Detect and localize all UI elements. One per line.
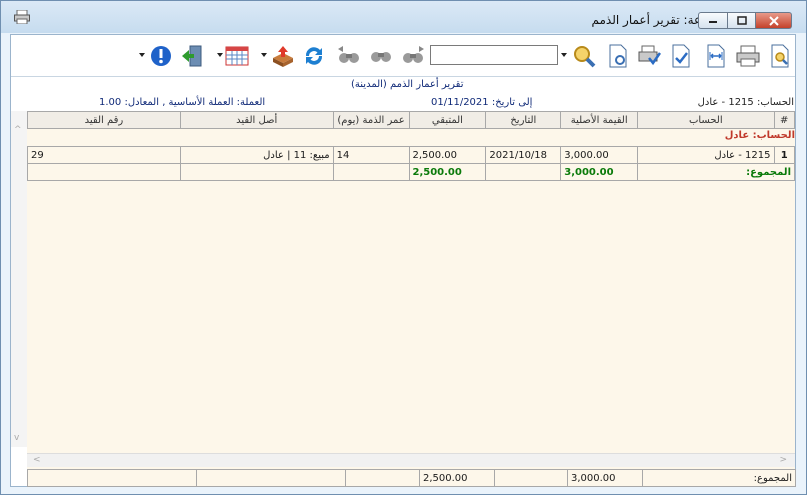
info-button[interactable]	[148, 43, 174, 69]
close-icon	[768, 15, 779, 26]
export-dropdown-arrow[interactable]	[261, 53, 267, 57]
footer-original: 3,000.00	[567, 469, 643, 487]
footer-remaining: 2,500.00	[419, 469, 495, 487]
info-icon	[151, 46, 171, 66]
print-setup-icon	[638, 45, 661, 66]
header-row: # الحساب القيمة الأصلية التاريخ المتبقي …	[27, 111, 795, 129]
footer-label: المجموع:	[642, 469, 796, 487]
window-controls	[698, 12, 794, 29]
col-header-age[interactable]: عمر الذمة (يوم)	[332, 111, 410, 129]
currency-label: العملة: العملة الأساسية , المعادل: 1.00	[99, 97, 266, 108]
exit-icon	[182, 45, 202, 67]
footer-empty-4	[27, 469, 197, 487]
zoom-button[interactable]	[571, 43, 597, 69]
report-window: طباعة: تقرير أعمار الذمم تقرير أعمار الذ…	[0, 0, 807, 495]
table-row[interactable]: 1 1215 - عادل 3,000.00 2021/10/18 2,500.…	[27, 146, 795, 164]
report-grid: # الحساب القيمة الأصلية التاريخ المتبقي …	[27, 111, 795, 487]
report-check-button[interactable]	[668, 43, 694, 69]
binoculars-icon	[371, 52, 391, 62]
search-input[interactable]	[430, 45, 558, 65]
group-label: الحساب: عادل	[724, 130, 795, 141]
col-header-original[interactable]: القيمة الأصلية	[560, 111, 639, 129]
find-prev-button[interactable]	[336, 43, 362, 69]
cell-index: 1	[773, 146, 795, 164]
footer-table: المجموع: 3,000.00 2,500.00	[27, 469, 796, 487]
minimize-button[interactable]	[698, 12, 728, 29]
to-date-label: إلى تاريخ: 01/11/2021	[431, 97, 533, 108]
col-header-entry-no[interactable]: رقم القيد	[27, 111, 181, 129]
report-check-icon	[672, 44, 690, 68]
export-icon	[273, 46, 293, 67]
close-button[interactable]	[756, 12, 792, 29]
calendar-dropdown-arrow[interactable]	[217, 53, 223, 57]
grid-header: # الحساب القيمة الأصلية التاريخ المتبقي …	[27, 111, 795, 129]
report-title: تقرير أعمار الذمم (المدينة)	[351, 79, 464, 90]
scroll-down-icon[interactable]: v	[14, 433, 19, 443]
cell-date: 2021/10/18	[485, 146, 562, 164]
col-header-account[interactable]: الحساب	[637, 111, 775, 129]
search-dropdown-arrow[interactable]	[561, 53, 567, 57]
minimize-icon	[709, 20, 717, 23]
page-setup-button[interactable]	[605, 43, 631, 69]
col-header-date[interactable]: التاريخ	[485, 111, 562, 129]
fit-width-icon	[707, 44, 725, 68]
footer-empty-1	[494, 469, 568, 487]
scroll-up-icon[interactable]: ^	[14, 125, 22, 135]
exit-button[interactable]	[179, 43, 205, 69]
scroll-left-icon[interactable]: <	[33, 455, 41, 465]
grid-body: 1 1215 - عادل 3,000.00 2021/10/18 2,500.…	[27, 146, 795, 181]
fit-width-button[interactable]	[703, 43, 729, 69]
vertical-scrollbar[interactable]: ^ v	[11, 111, 27, 447]
info-dropdown-arrow[interactable]	[139, 53, 145, 57]
title-bar: طباعة: تقرير أعمار الذمم	[1, 1, 806, 33]
cell-original: 3,000.00	[560, 146, 639, 164]
footer-empty-3	[196, 469, 346, 487]
print-icon	[736, 45, 760, 67]
find-next-button[interactable]	[400, 43, 426, 69]
calendar-button[interactable]	[224, 43, 250, 69]
footer-empty-2	[345, 469, 420, 487]
binoculars-button[interactable]	[368, 43, 394, 69]
refresh-button[interactable]	[301, 43, 327, 69]
print-button[interactable]	[735, 43, 761, 69]
col-header-remaining[interactable]: المتبقي	[408, 111, 487, 129]
subtotal-empty-date	[485, 163, 562, 181]
find-next-icon	[403, 46, 424, 63]
page-setup-icon	[609, 44, 627, 68]
find-prev-icon	[338, 46, 359, 63]
preview-icon	[771, 44, 789, 68]
cell-remaining: 2,500.00	[408, 146, 487, 164]
scroll-right-icon[interactable]: >	[779, 455, 787, 465]
printer-app-icon	[14, 10, 30, 24]
subtotal-original: 3,000.00	[560, 163, 639, 181]
cell-age: 14	[332, 146, 410, 164]
calendar-icon	[225, 46, 249, 66]
col-header-origin[interactable]: أصل القيد	[179, 111, 334, 129]
subtotal-remaining: 2,500.00	[408, 163, 487, 181]
maximize-icon	[736, 16, 747, 25]
account-label: الحساب: 1215 - عادل	[697, 97, 794, 108]
subtotal-label: المجموع:	[637, 163, 795, 181]
refresh-icon	[305, 47, 323, 65]
preview-button[interactable]	[767, 43, 793, 69]
cell-entry-no: 29	[27, 146, 181, 164]
cell-origin: مبيع: 11 | عادل	[179, 146, 334, 164]
subtotal-empty-origin	[179, 163, 334, 181]
subtotal-empty-age	[332, 163, 410, 181]
horizontal-scrollbar[interactable]: < >	[27, 453, 795, 467]
report-content: تقرير أعمار الذمم (المدينة) الحساب: 1215…	[10, 34, 796, 487]
footer-row: المجموع: 3,000.00 2,500.00	[27, 469, 796, 487]
subtotal-row: المجموع: 3,000.00 2,500.00	[27, 163, 795, 181]
subtotal-empty-entry	[27, 163, 181, 181]
col-header-index[interactable]: #	[773, 111, 795, 129]
cell-account: 1215 - عادل	[637, 146, 775, 164]
maximize-button[interactable]	[728, 12, 756, 29]
print-setup-button[interactable]	[636, 43, 662, 69]
export-button[interactable]	[270, 43, 296, 69]
toolbar	[11, 35, 795, 75]
footer-totals: المجموع: 3,000.00 2,500.00	[27, 469, 796, 487]
zoom-icon	[574, 46, 596, 68]
toolbar-divider	[11, 76, 795, 77]
